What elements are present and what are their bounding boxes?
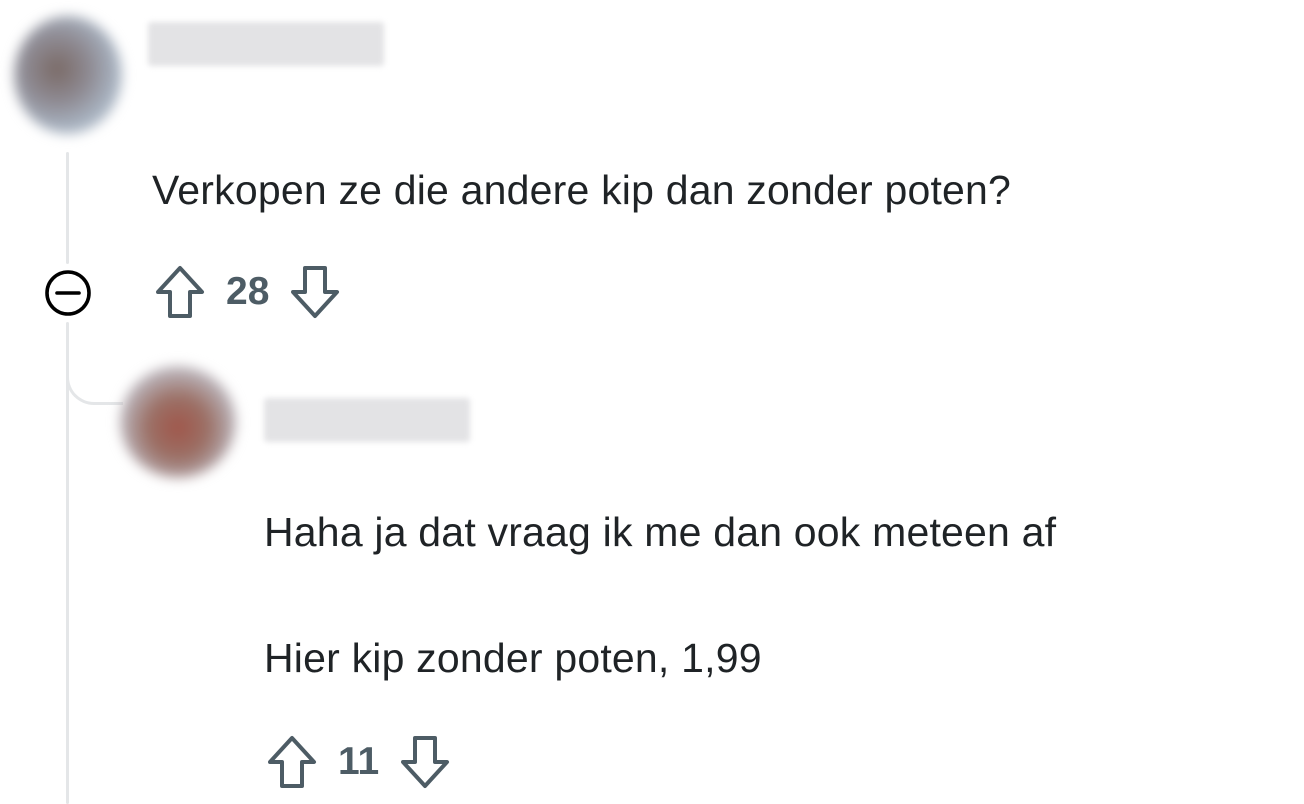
thread-line-lower [66,322,69,804]
thread-line-upper [66,152,69,264]
reply-connector [66,340,123,405]
collapse-thread-button[interactable] [40,265,96,321]
minus-circle-icon [45,270,91,316]
comment-body-paragraph: Hier kip zonder poten, 1,99 [264,635,762,681]
comment-body-paragraph: Haha ja dat vraag ik me dan ook meteen a… [264,509,1057,555]
upvote-button[interactable] [150,262,210,322]
vote-count: 11 [338,740,380,783]
upvote-button[interactable] [262,732,322,792]
arrow-down-outline-icon [291,266,340,318]
username-redacted[interactable] [148,22,384,66]
arrow-up-outline-icon [156,266,204,318]
vote-bar: 11 [262,732,455,792]
avatar[interactable] [120,366,236,478]
downvote-button[interactable] [285,262,345,322]
arrow-up-outline-icon [268,736,316,788]
downvote-button[interactable] [395,732,455,792]
arrow-down-outline-icon [401,736,450,788]
avatar[interactable] [14,16,122,134]
comment-body: Verkopen ze die andere kip dan zonder po… [152,167,1012,213]
vote-count: 28 [226,270,270,313]
username-redacted[interactable] [264,398,470,442]
vote-bar: 28 [150,262,345,322]
